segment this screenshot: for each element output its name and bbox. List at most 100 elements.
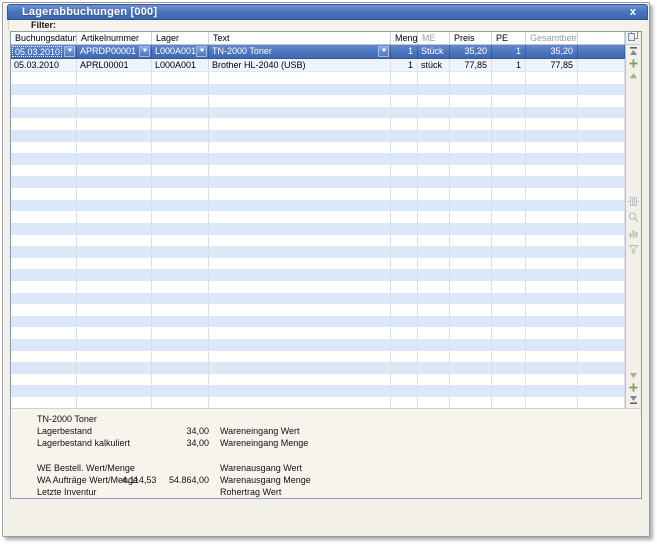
- empty-grid-row: [11, 327, 625, 340]
- empty-cell: [492, 373, 526, 386]
- empty-cell: [418, 339, 450, 351]
- cell-pe[interactable]: 1: [492, 45, 526, 58]
- column-header-preis[interactable]: Preis: [450, 32, 492, 44]
- cell-buchungsdatum[interactable]: 05.03.2010 ▼: [11, 45, 77, 58]
- empty-cell: [578, 339, 625, 351]
- empty-cell: [450, 164, 492, 177]
- summary-label: [37, 450, 122, 462]
- empty-cell: [526, 292, 578, 305]
- cell-artikelnummer[interactable]: APRDP00001 ▼: [77, 45, 152, 58]
- empty-cell: [152, 315, 209, 328]
- column-header-menge[interactable]: Menge: [391, 32, 418, 44]
- empty-cell: [526, 153, 578, 165]
- empty-cell: [492, 292, 526, 305]
- empty-cell: [152, 188, 209, 200]
- column-header-buchungsdatum[interactable]: Buchungsdatum: [11, 32, 77, 44]
- cell-pe[interactable]: 1: [492, 58, 526, 71]
- window-titlebar[interactable]: Lagerabbuchungen [000] x: [7, 4, 648, 20]
- empty-cell: [391, 269, 418, 281]
- go-last-button[interactable]: [626, 395, 641, 407]
- go-previous-button[interactable]: [626, 71, 641, 83]
- combo-dropdown-button[interactable]: ▼: [139, 46, 150, 57]
- cell-blank[interactable]: [578, 58, 625, 71]
- table-row[interactable]: 05.03.2010 APRL00001 L000A001 Brother HL-20…: [11, 58, 625, 72]
- empty-cell: [77, 397, 152, 409]
- column-header-me[interactable]: ME: [418, 32, 450, 44]
- empty-cell: [209, 315, 391, 328]
- empty-cell: [152, 234, 209, 247]
- empty-cell: [11, 106, 77, 119]
- empty-cell: [450, 315, 492, 328]
- cell-me[interactable]: stück: [418, 58, 450, 71]
- empty-cell: [391, 199, 418, 212]
- column-header-blank[interactable]: [578, 32, 625, 44]
- empty-cell: [391, 280, 418, 293]
- empty-cell: [152, 327, 209, 340]
- column-header-text[interactable]: Text: [209, 32, 391, 44]
- cell-buchungsdatum[interactable]: 05.03.2010: [11, 58, 77, 71]
- empty-cell: [77, 257, 152, 270]
- empty-cell: [77, 176, 152, 189]
- empty-cell: [578, 397, 625, 409]
- column-settings-button[interactable]: [626, 195, 641, 211]
- column-header-gesamtbetrag[interactable]: Gesamtbetrag: [526, 32, 578, 44]
- empty-cell: [391, 397, 418, 409]
- table-row[interactable]: 05.03.2010 ▼ APRDP00001 ▼ L000A001 ▼ TN-2000 T…: [11, 45, 625, 59]
- empty-cell: [492, 234, 526, 247]
- search-button[interactable]: [626, 211, 641, 227]
- empty-cell: [209, 234, 391, 247]
- empty-cell: [450, 304, 492, 316]
- empty-cell: [578, 350, 625, 363]
- combo-dropdown-button[interactable]: ▼: [378, 46, 389, 57]
- empty-grid-row: [11, 130, 625, 142]
- summary-line: Letzte Inventur Rohertrag Wert: [11, 486, 641, 498]
- combo-dropdown-button[interactable]: ▼: [196, 46, 207, 57]
- empty-cell: [526, 188, 578, 200]
- empty-cell: [418, 153, 450, 165]
- empty-cell: [450, 269, 492, 281]
- cell-menge[interactable]: 1: [391, 45, 418, 58]
- column-header-artikelnummer[interactable]: Artikelnummer: [77, 32, 152, 44]
- chevron-down-icon: ▼: [65, 48, 74, 55]
- empty-cell: [492, 164, 526, 177]
- cell-lager[interactable]: L000A001: [152, 58, 209, 71]
- statistics-button[interactable]: [626, 227, 641, 243]
- empty-cell: [152, 164, 209, 177]
- summary-value-2: 34,00: [186, 426, 209, 437]
- empty-grid-row: [11, 315, 625, 328]
- filter-funnel-button[interactable]: [626, 243, 641, 259]
- column-header-lager[interactable]: Lager: [152, 32, 209, 44]
- empty-cell: [578, 234, 625, 247]
- cell-blank[interactable]: [578, 45, 625, 58]
- summary-value-2: [150, 462, 209, 474]
- cell-text[interactable]: Brother HL-2040 (USB): [209, 58, 391, 71]
- empty-cell: [578, 153, 625, 165]
- empty-cell: [77, 327, 152, 340]
- close-icon[interactable]: x: [628, 5, 638, 21]
- cell-menge[interactable]: 1: [391, 58, 418, 71]
- empty-grid-row: [11, 83, 625, 96]
- cell-artikelnummer[interactable]: APRL00001: [77, 58, 152, 71]
- empty-cell: [152, 106, 209, 119]
- empty-grid-row: [11, 211, 625, 223]
- cell-gesamtbetrag[interactable]: 35,20: [526, 45, 578, 58]
- empty-cell: [11, 130, 77, 142]
- empty-cell: [492, 222, 526, 235]
- cell-preis[interactable]: 77,85: [450, 58, 492, 71]
- empty-cell: [209, 373, 391, 386]
- empty-cell: [450, 373, 492, 386]
- cell-me[interactable]: Stück: [418, 45, 450, 58]
- cell-gesamtbetrag[interactable]: 77,85: [526, 58, 578, 71]
- empty-cell: [11, 176, 77, 189]
- empty-cell: [209, 292, 391, 305]
- empty-grid-row: [11, 176, 625, 189]
- empty-cell: [526, 339, 578, 351]
- empty-grid-row: [11, 397, 625, 409]
- cell-preis[interactable]: 35,20: [450, 45, 492, 58]
- cell-lager[interactable]: L000A001 ▼: [152, 45, 209, 58]
- empty-cell: [492, 339, 526, 351]
- cell-text[interactable]: TN-2000 Toner ▼: [209, 45, 391, 58]
- column-header-pe[interactable]: PE: [492, 32, 526, 44]
- combo-dropdown-button[interactable]: ▼: [64, 46, 75, 57]
- empty-cell: [418, 211, 450, 223]
